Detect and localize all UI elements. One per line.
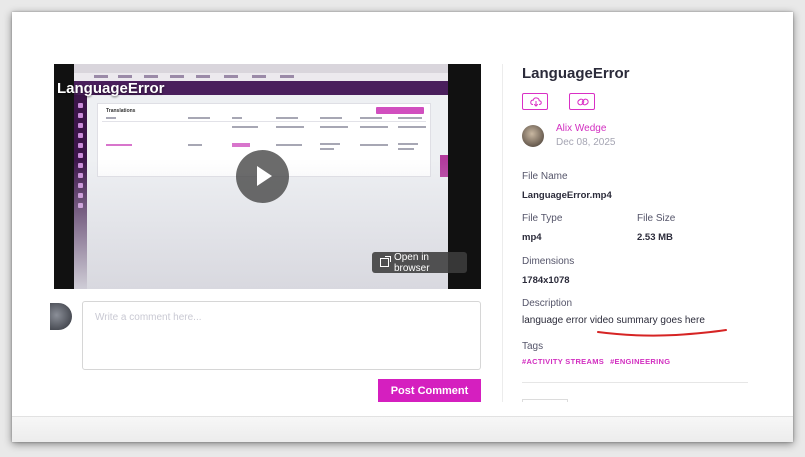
window-bottom-edge [12, 416, 793, 442]
play-button[interactable] [236, 150, 289, 203]
dimensions-label: Dimensions [522, 256, 575, 267]
open-in-browser-label: Open in browser [393, 251, 430, 274]
annotation-underline [597, 329, 727, 337]
file-name-label: File Name [522, 171, 568, 182]
embedded-bookmark [252, 75, 266, 78]
file-name-value: LanguageError.mp4 [522, 190, 612, 201]
embedded-browser-bar [74, 64, 448, 73]
comment-input[interactable] [82, 301, 481, 370]
open-in-browser-button[interactable]: Open in browser [372, 251, 467, 274]
details-divider [522, 382, 748, 383]
description-label: Description [522, 298, 573, 309]
upload-date: Dec 08, 2025 [556, 137, 616, 148]
media-detail-window: Translations LanguageError Open in brows… [12, 12, 793, 442]
embedded-bookmark [118, 75, 132, 78]
embedded-bookmark [170, 75, 184, 78]
embedded-bookmark [280, 75, 294, 78]
tags-label: Tags [522, 341, 544, 352]
video-overlay-title: LanguageError [57, 80, 165, 97]
external-link-icon [380, 256, 391, 267]
file-size-label: File Size [637, 213, 676, 224]
embedded-panel-button [376, 107, 424, 114]
link-icon [577, 98, 589, 106]
play-icon [257, 166, 272, 186]
dimensions-value: 1784x1078 [522, 275, 570, 286]
description-value: language error video summary goes here [522, 315, 705, 326]
tag-engineering[interactable]: #ENGINEERING [610, 357, 670, 366]
embedded-bookmark [94, 75, 108, 78]
video-player[interactable]: Translations LanguageError Open in brows… [54, 64, 481, 289]
embedded-bookmark [224, 75, 238, 78]
file-size-value: 2.53 MB [637, 232, 673, 243]
current-user-avatar [50, 303, 72, 330]
download-button[interactable] [522, 93, 548, 110]
copy-link-button[interactable] [569, 93, 595, 110]
file-type-value: mp4 [522, 232, 542, 243]
embedded-bookmark [196, 75, 210, 78]
post-comment-button[interactable]: Post Comment [378, 379, 481, 402]
embedded-panel-title: Translations [106, 108, 136, 114]
column-divider [502, 64, 503, 402]
file-title: LanguageError [522, 65, 630, 82]
tag-list: #ACTIVITY STREAMS #ENGINEERING [522, 357, 670, 366]
download-icon [530, 97, 542, 107]
file-type-label: File Type [522, 213, 563, 224]
cut-off-element [522, 399, 568, 402]
author-name[interactable]: Alix Wedge [556, 123, 606, 134]
author-avatar [522, 125, 544, 147]
tag-activity-streams[interactable]: #ACTIVITY STREAMS [522, 357, 604, 366]
embedded-bookmark [144, 75, 158, 78]
